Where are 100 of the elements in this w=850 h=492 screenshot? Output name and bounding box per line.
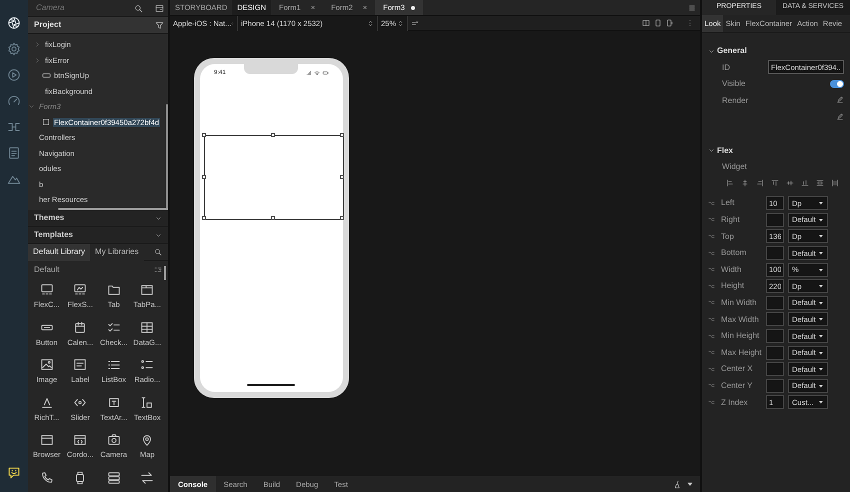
property-label: Visible: [722, 79, 746, 89]
caret-icon: [818, 399, 824, 406]
device-icon: [654, 19, 662, 27]
library-tab[interactable]: Default Library: [28, 244, 90, 260]
alignment-icon: [801, 178, 809, 187]
chevron-icon: [28, 103, 35, 110]
alignment-icon: [756, 178, 764, 187]
pin-icon: [708, 398, 715, 406]
alignment-icon: [726, 178, 734, 187]
container-icon: [73, 283, 88, 297]
alignment-icon: [786, 178, 794, 187]
broom-icon: [673, 480, 682, 488]
caret-icon: [818, 316, 824, 322]
label-icon: [73, 358, 88, 372]
property-label: Min Width: [721, 298, 757, 308]
container-icon: [40, 283, 54, 297]
caret-icon: [818, 266, 824, 273]
caret-icon: [818, 233, 824, 240]
value-field[interactable]: [766, 362, 784, 376]
caret-icon: [818, 350, 824, 356]
pin-icon: [708, 332, 715, 340]
property-label: Bottom: [721, 248, 746, 258]
caret-icon: [818, 300, 824, 306]
square-icon: [42, 118, 50, 126]
caret-icon: [818, 333, 824, 340]
alignment-icon: [741, 178, 749, 187]
text-format-icon: [40, 396, 54, 410]
pencil-icon: [836, 96, 844, 104]
stepper-icon: [367, 20, 374, 26]
sort-icon: [410, 18, 419, 28]
property-label: Max Width: [721, 314, 759, 324]
menu-icon: [688, 4, 696, 12]
grid-icon: [140, 320, 154, 334]
group-title[interactable]: Flex: [717, 146, 734, 156]
visible-toggle[interactable]: [830, 80, 844, 88]
chevron-icon: [708, 48, 715, 54]
value-field[interactable]: [766, 329, 784, 344]
property-label: ID: [722, 62, 730, 72]
selected-container[interactable]: [204, 135, 344, 220]
pin-icon: [708, 299, 715, 306]
search-icon: [134, 4, 143, 12]
scrollbar[interactable]: [58, 208, 168, 210]
wifi-icon: [314, 70, 320, 76]
pin-icon: [708, 232, 715, 240]
property-label: Render: [722, 96, 748, 106]
pin-icon: [708, 382, 715, 390]
pin-icon: [708, 250, 715, 257]
phone-notch: [244, 64, 298, 74]
battery-icon: [322, 70, 329, 76]
scrollbar[interactable]: [166, 104, 168, 209]
group-title[interactable]: General: [717, 46, 747, 56]
edit-button[interactable]: [836, 96, 844, 104]
gauge-icon: [7, 94, 21, 108]
radio-list-icon: [140, 358, 154, 372]
calendar-icon: [73, 320, 88, 334]
pin-icon: [708, 216, 715, 224]
panel-icon: [155, 4, 164, 12]
property-label: Top: [721, 232, 734, 242]
dropdown-icon: [686, 480, 694, 488]
pencil-icon: [836, 113, 844, 122]
property-label: Max Height: [721, 348, 762, 358]
panel-title: Project: [34, 20, 62, 30]
text-area-icon: [106, 396, 121, 410]
browser-icon: [40, 433, 54, 447]
chevron-icon: [155, 232, 162, 238]
value-field[interactable]: [766, 296, 784, 310]
feedback-icon: [7, 466, 21, 480]
browser-code-icon: [73, 433, 88, 447]
group-label: Default: [34, 264, 60, 274]
stepper-icon: [397, 20, 404, 26]
value-field[interactable]: [766, 378, 784, 393]
signal-icon: [306, 70, 312, 76]
search-field[interactable]: Camera: [34, 2, 134, 14]
value-field[interactable]: [766, 246, 784, 260]
rotate-icon: [666, 19, 674, 27]
phone-icon: [40, 470, 54, 484]
sort-icon: [154, 266, 162, 274]
edit-button[interactable]: [836, 113, 844, 122]
property-label: Min Height: [721, 331, 760, 341]
property-label: Height: [721, 281, 744, 292]
pin-icon: [708, 200, 715, 207]
value-field[interactable]: [766, 346, 784, 360]
list-icon: [106, 358, 121, 372]
property-label: Width: [721, 264, 742, 274]
value-field[interactable]: [766, 312, 784, 326]
caret-icon: [818, 283, 824, 290]
checklist-icon: [106, 320, 121, 334]
caret-icon: [818, 366, 824, 372]
subgroup-label: Widget: [722, 162, 747, 172]
caret-icon: [818, 216, 824, 223]
chevron-icon: [34, 56, 41, 64]
button-icon: [42, 71, 51, 80]
caret-icon: [818, 382, 824, 389]
caret-icon: [818, 250, 824, 256]
aperture-icon: [7, 16, 21, 30]
chevron-icon: [708, 146, 715, 154]
folder-icon: [140, 283, 154, 297]
pin-icon: [708, 366, 715, 373]
value-field[interactable]: [766, 212, 784, 227]
stack-icon: [106, 470, 121, 484]
